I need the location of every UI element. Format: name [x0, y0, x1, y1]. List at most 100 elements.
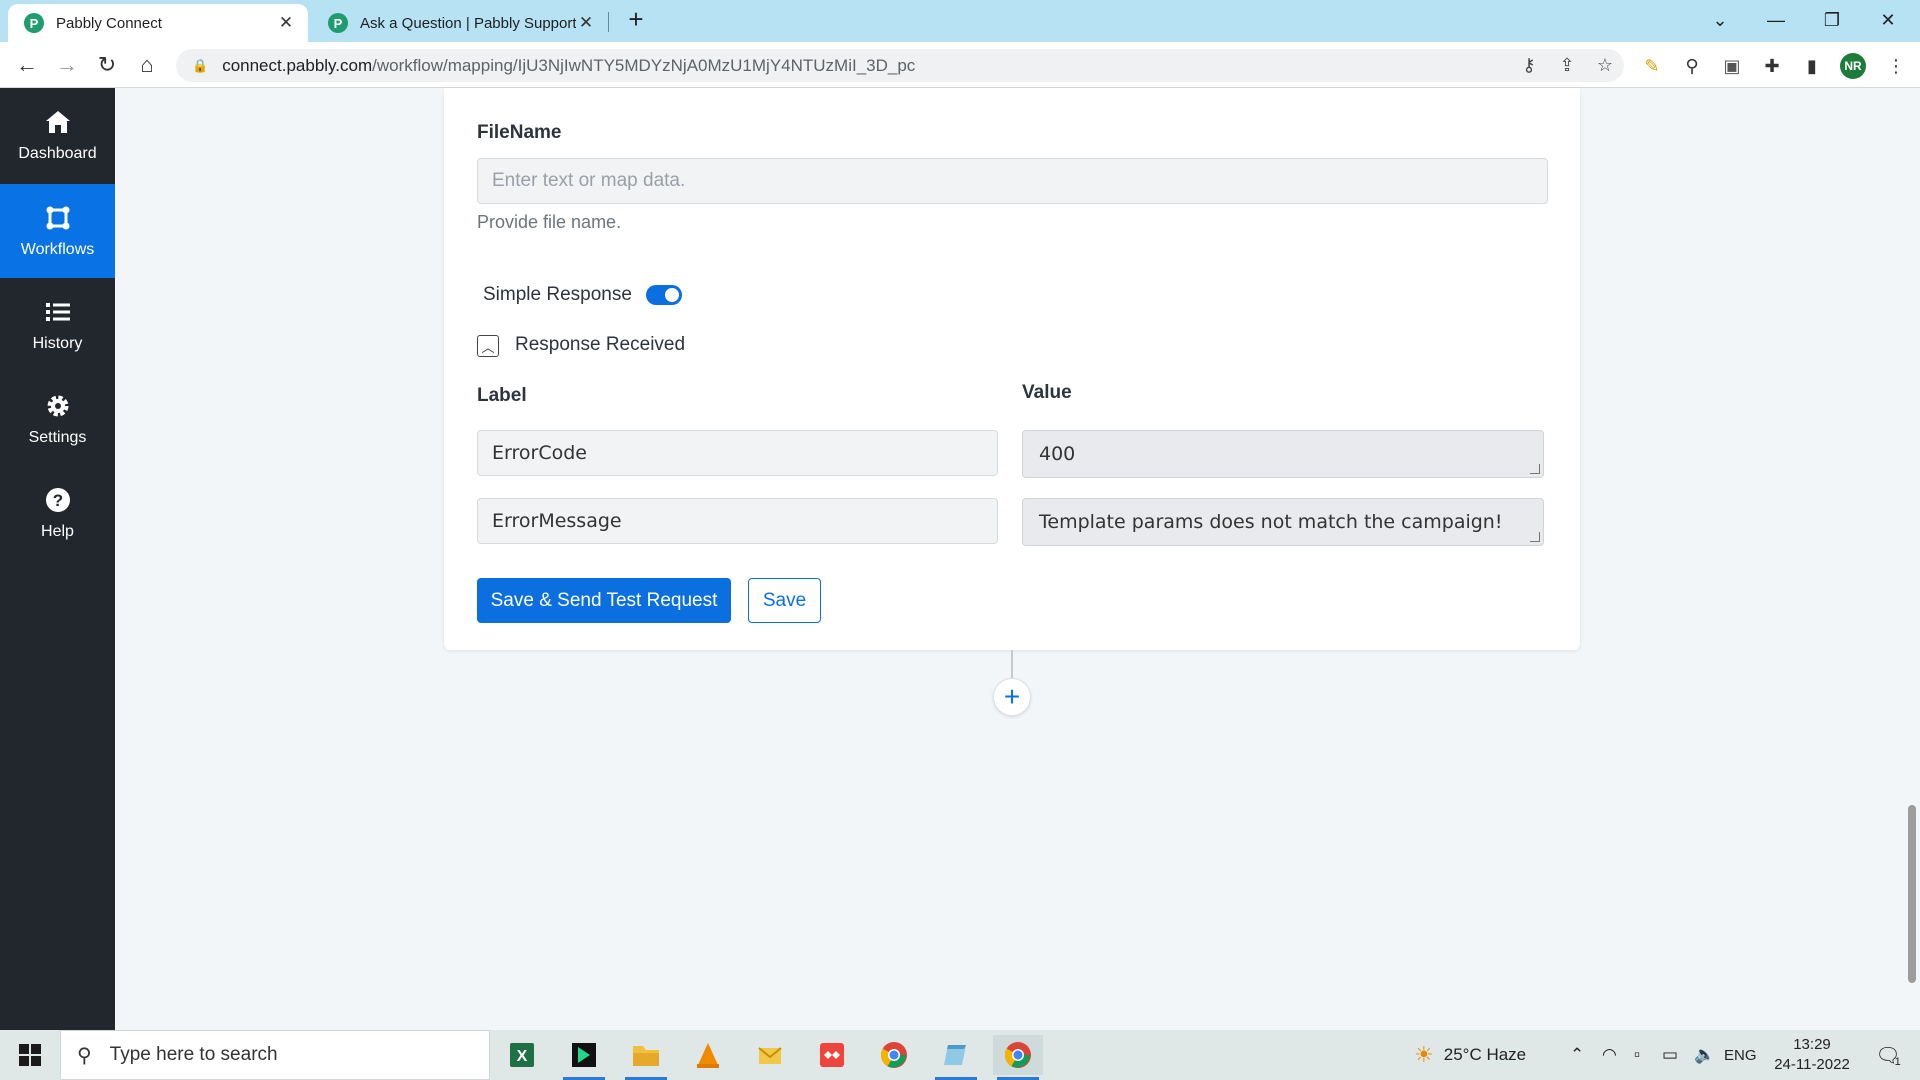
search-icon: ⚲ — [77, 1044, 92, 1067]
address-bar[interactable]: 🔒 connect.pabbly.com/workflow/mapping/Ij… — [176, 49, 1624, 82]
chrome-active-app-icon[interactable] — [993, 1035, 1043, 1080]
taskbar-search-box[interactable]: ⚲ Type here to search — [60, 1030, 490, 1080]
tab-title: Pabbly Connect — [56, 14, 162, 32]
home-icon[interactable]: ⌂ — [132, 50, 162, 80]
browser-menu-icon[interactable]: ⋮ — [1882, 52, 1910, 80]
tab-pabbly-connect[interactable]: P Pabbly Connect ✕ — [8, 4, 308, 42]
tab-pabbly-support[interactable]: P Ask a Question | Pabbly Support ✕ — [312, 4, 608, 42]
filename-input[interactable]: Enter text or map data. — [477, 158, 1548, 204]
response-received-title: Response Received — [515, 334, 686, 355]
action-step-card: FileName Enter text or map data. Provide… — [444, 88, 1580, 650]
workflow-icon — [43, 203, 73, 233]
browser-toolbar: ← → ↻ ⌂ 🔒 connect.pabbly.com/workflow/ma… — [0, 42, 1920, 88]
svg-text:?: ? — [52, 491, 62, 510]
response-value-text: Template params does not match the campa… — [1039, 511, 1503, 533]
chrome-app-icon[interactable] — [869, 1035, 919, 1075]
sidebar-item-dashboard[interactable]: Dashboard — [0, 88, 115, 182]
response-label-field[interactable]: ErrorMessage — [477, 498, 998, 544]
file-explorer-icon[interactable] — [621, 1035, 671, 1080]
simple-response-label: Simple Response — [483, 284, 632, 305]
filename-label: FileName — [477, 122, 562, 143]
simple-response-toggle[interactable] — [646, 285, 682, 305]
sidebar-item-help[interactable]: ? Help — [0, 466, 115, 560]
response-value-text: 400 — [1039, 443, 1076, 465]
resize-handle-icon[interactable] — [1530, 464, 1540, 474]
network-wifi-icon[interactable]: ◠ — [1602, 1030, 1617, 1080]
step-connector-line — [1011, 650, 1013, 678]
excel-app-icon[interactable]: X — [497, 1035, 547, 1075]
question-icon: ? — [43, 485, 73, 515]
chevron-up-icon[interactable]: ︿ — [477, 335, 499, 357]
close-tab-icon[interactable]: ✕ — [276, 13, 296, 33]
clock-time: 13:29 — [1793, 1036, 1831, 1053]
volume-icon[interactable]: 🔈 — [1694, 1030, 1715, 1080]
highlighter-extension-icon[interactable]: ✎ — [1638, 52, 1666, 80]
reload-icon[interactable]: ↻ — [92, 50, 122, 80]
tab-title: Ask a Question | Pabbly Support — [360, 14, 576, 32]
response-value-field[interactable]: Template params does not match the campa… — [1022, 498, 1544, 546]
app-sidebar: Dashboard Workflows History Settings ? H… — [0, 88, 115, 1030]
clock-date: 24-11-2022 — [1774, 1056, 1850, 1073]
lock-icon: 🔒 — [192, 57, 209, 73]
show-hidden-icons-chevron-icon[interactable]: ⌃ — [1570, 1030, 1584, 1080]
list-icon — [43, 297, 73, 327]
save-and-send-test-request-button[interactable]: Save & Send Test Request — [477, 578, 731, 623]
save-button[interactable]: Save — [748, 578, 821, 623]
response-label-field[interactable]: ErrorCode — [477, 430, 998, 476]
toggle-knob — [665, 288, 679, 302]
taskbar-search-placeholder: Type here to search — [109, 1044, 278, 1065]
tab-search-chevron-icon[interactable]: ⌄ — [1692, 0, 1748, 40]
label-column-header: Label — [477, 385, 527, 406]
sidebar-item-history[interactable]: History — [0, 278, 115, 372]
bookmark-star-icon[interactable]: ☆ — [1586, 55, 1624, 76]
response-value-field[interactable]: 400 — [1022, 430, 1544, 478]
pycharm-app-icon[interactable] — [559, 1035, 609, 1080]
translate-extension-icon[interactable]: ▣ — [1718, 52, 1746, 80]
sidebar-item-label: Workflows — [20, 241, 95, 258]
sidebar-item-label: Help — [41, 523, 74, 540]
notification-center-icon[interactable]: 🗨 1 — [1868, 1030, 1908, 1080]
clock[interactable]: 13:29 24-11-2022 — [1768, 1030, 1856, 1080]
extensions-puzzle-icon[interactable]: ✚ — [1758, 52, 1786, 80]
weather-widget[interactable]: ☀ 25°C Haze — [1414, 1030, 1526, 1080]
pabbly-favicon-icon: P — [328, 13, 348, 33]
password-key-icon[interactable]: ⚷ — [1510, 55, 1548, 76]
sidebar-item-workflows[interactable]: Workflows — [0, 184, 115, 278]
resize-handle-icon[interactable] — [1530, 532, 1540, 542]
language-indicator[interactable]: ENG — [1724, 1030, 1757, 1080]
filename-help-text: Provide file name. — [477, 212, 622, 232]
page-scrollbar-thumb[interactable] — [1908, 805, 1916, 983]
sidebar-item-settings[interactable]: Settings — [0, 372, 115, 466]
new-tab-button[interactable]: + — [622, 6, 650, 34]
vlc-app-icon[interactable] — [683, 1035, 733, 1075]
svg-text:X: X — [517, 1048, 528, 1065]
mail-app-icon[interactable] — [745, 1035, 795, 1075]
windows-taskbar: ⚲ Type here to search X ☀ 25°C Haze ⌃ ◠ … — [0, 1030, 1920, 1080]
browser-tab-strip: P Pabbly Connect ✕ P Ask a Question | Pa… — [0, 0, 1920, 42]
share-icon[interactable]: ⇪ — [1548, 55, 1586, 76]
weather-text: 25°C Haze — [1443, 1045, 1527, 1064]
value-column-header: Value — [1022, 382, 1072, 403]
device-icon[interactable]: ▫ — [1634, 1030, 1640, 1080]
profile-avatar[interactable]: NR — [1840, 53, 1866, 79]
battery-icon[interactable]: ▭ — [1662, 1030, 1678, 1080]
add-step-plus-icon[interactable]: + — [993, 678, 1031, 716]
anydesk-app-icon[interactable] — [807, 1035, 857, 1075]
restore-button[interactable]: ❐ — [1804, 0, 1860, 40]
tab-separator — [608, 12, 609, 32]
back-arrow-icon[interactable]: ← — [12, 50, 42, 80]
url-text[interactable]: connect.pabbly.com/workflow/mapping/IjU3… — [222, 56, 1510, 76]
side-panel-icon[interactable]: ▮ — [1798, 52, 1826, 80]
notification-count: 1 — [1894, 1056, 1901, 1068]
forward-arrow-icon[interactable]: → — [52, 50, 82, 80]
weather-haze-icon: ☀ — [1414, 1042, 1434, 1067]
close-window-button[interactable]: ✕ — [1860, 0, 1916, 40]
close-tab-icon[interactable]: ✕ — [576, 13, 596, 33]
windows-start-icon[interactable] — [0, 1030, 60, 1080]
home-icon — [43, 107, 73, 137]
search-extension-icon[interactable]: ⚲ — [1678, 52, 1706, 80]
minimize-button[interactable]: — — [1748, 0, 1804, 40]
sidebar-item-label: Dashboard — [18, 145, 97, 162]
sidebar-item-label: History — [32, 335, 83, 352]
notepad-app-icon[interactable] — [931, 1035, 981, 1080]
